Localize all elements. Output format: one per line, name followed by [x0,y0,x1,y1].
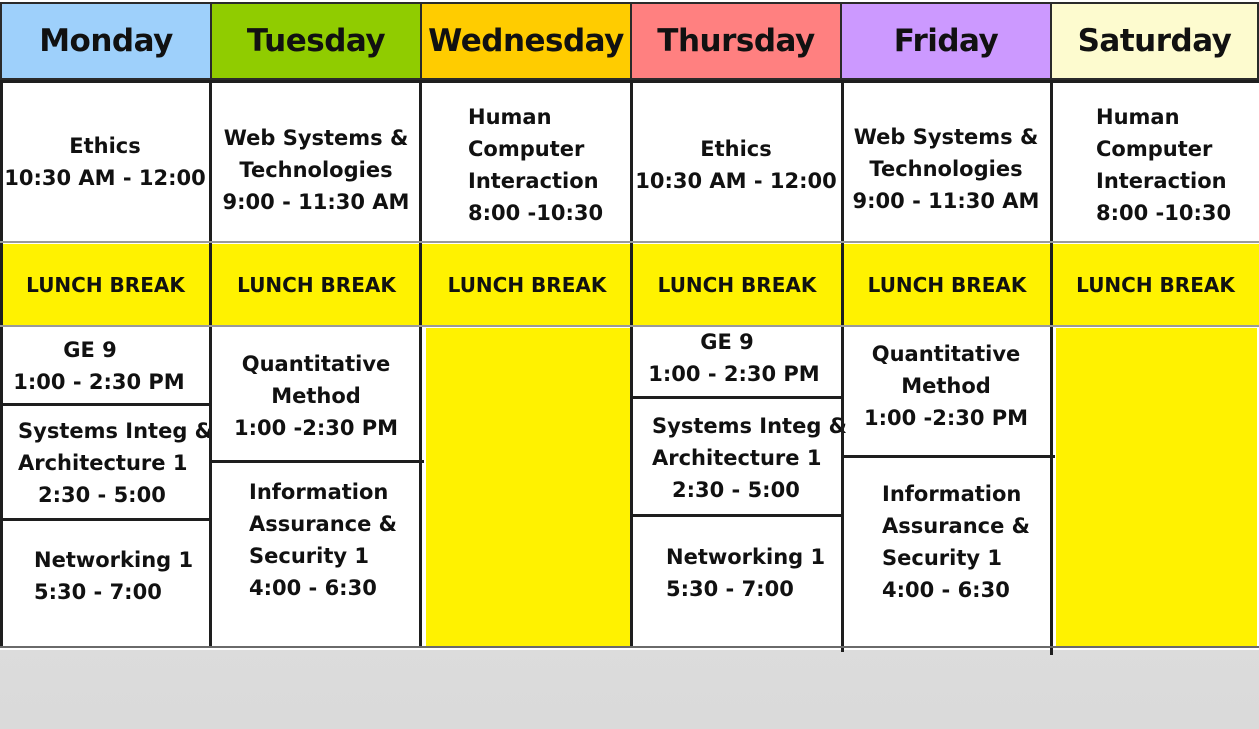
class-time: 2:30 - 5:00 [672,478,800,502]
class-name: Technologies [869,157,1023,181]
class-time: 4:00 - 6:30 [249,576,377,600]
class-monday-morning: Ethics 10:30 AM - 12:00 [0,130,210,194]
class-name: Assurance & [882,514,1030,538]
class-name: GE 9 [700,330,754,354]
class-friday-1: Quantitative Method 1:00 -2:30 PM [843,338,1049,434]
class-time: 2:30 - 5:00 [38,483,166,507]
class-monday-3: Networking 1 5:30 - 7:00 [34,544,210,608]
class-time: 5:30 - 7:00 [666,577,794,601]
grid-line [630,80,633,648]
class-name: Method [901,374,991,398]
class-thursday-morning: Ethics 10:30 AM - 12:00 [631,133,841,197]
lunch-break-friday: LUNCH BREAK [842,244,1052,326]
class-friday-morning: Web Systems & Technologies 9:00 - 11:30 … [842,121,1050,217]
class-name: Quantitative [241,352,391,376]
class-time: 10:30 AM - 12:00 [4,166,206,190]
class-name: GE 9 [63,338,117,362]
class-name: Information [249,480,389,504]
class-time: 1:00 - 2:30 PM [648,362,820,386]
grid-line [211,460,424,463]
grid-line [842,455,1055,458]
class-thursday-3: Networking 1 5:30 - 7:00 [666,541,840,605]
class-time: 9:00 - 11:30 AM [852,189,1040,213]
class-name: Networking 1 [666,545,826,569]
class-name: Security 1 [882,546,1002,570]
class-name: Human [1096,105,1180,129]
class-thursday-1: GE 9 1:00 - 2:30 PM [633,326,841,390]
class-name: Method [271,384,361,408]
class-time: 1:00 -2:30 PM [863,406,1029,430]
free-block-saturday [1056,328,1257,646]
grid-line [0,325,1259,327]
class-monday-1: GE 9 1:00 - 2:30 PM [0,334,210,398]
grid-line [0,518,212,521]
grid-line [0,80,1259,83]
class-name: Web Systems & [223,126,409,150]
class-name: Architecture 1 [18,451,188,475]
grid-line [632,396,842,399]
header-monday: Monday [0,2,212,80]
lunch-break-wednesday: LUNCH BREAK [422,244,632,326]
class-time: 8:00 -10:30 [1096,201,1232,225]
class-name: Interaction [468,169,599,193]
class-name: Assurance & [249,512,397,536]
class-friday-2: Information Assurance & Security 1 4:00 … [882,478,1050,606]
class-wednesday-morning: Human Computer Interaction 8:00 -10:30 [468,101,628,229]
class-tuesday-2: Information Assurance & Security 1 4:00 … [249,476,419,604]
class-time: 5:30 - 7:00 [34,580,162,604]
class-name: Systems Integ & [652,414,847,438]
class-name: Computer [468,137,585,161]
grid-line [0,646,1259,648]
class-name: Computer [1096,137,1213,161]
grid-line [0,403,212,406]
class-name: Ethics [69,134,141,158]
grid-line [209,80,212,648]
header-tuesday: Tuesday [210,2,422,80]
header-friday: Friday [840,2,1052,80]
class-tuesday-1: Quantitative Method 1:00 -2:30 PM [213,348,419,444]
lunch-break-saturday: LUNCH BREAK [1052,244,1259,326]
weekly-schedule: Monday Tuesday Wednesday Thursday Friday… [0,0,1259,655]
class-name: Human [468,105,552,129]
grid-line [632,514,844,517]
class-time: 1:00 -2:30 PM [233,416,399,440]
free-block-wednesday [426,328,631,646]
class-time: 1:00 - 2:30 PM [13,370,185,394]
class-name: Web Systems & [853,125,1039,149]
header-thursday: Thursday [630,2,842,80]
class-name: Ethics [700,137,772,161]
grid-line [1050,80,1053,655]
class-name: Technologies [239,158,393,182]
class-saturday-morning: Human Computer Interaction 8:00 -10:30 [1096,101,1256,229]
class-name: Networking 1 [34,548,194,572]
grid-line [419,80,422,648]
grid-line [841,80,844,652]
lunch-break-tuesday: LUNCH BREAK [211,244,422,326]
class-name: Information [882,482,1022,506]
lunch-break-thursday: LUNCH BREAK [632,244,842,326]
class-time: 10:30 AM - 12:00 [635,169,837,193]
header-wednesday: Wednesday [420,2,632,80]
header-saturday: Saturday [1050,2,1259,80]
class-name: Interaction [1096,169,1227,193]
class-name: Architecture 1 [652,446,822,470]
class-time: 4:00 - 6:30 [882,578,1010,602]
class-monday-2: Systems Integ & Architecture 1 2:30 - 5:… [18,415,213,511]
grid-line [0,80,3,648]
class-tuesday-morning: Web Systems & Technologies 9:00 - 11:30 … [212,122,420,218]
class-time: 8:00 -10:30 [468,201,604,225]
class-name: Quantitative [871,342,1021,366]
class-time: 9:00 - 11:30 AM [222,190,410,214]
class-thursday-2: Systems Integ & Architecture 1 2:30 - 5:… [652,410,847,506]
class-name: Systems Integ & [18,419,213,443]
class-name: Security 1 [249,544,369,568]
lunch-break-monday: LUNCH BREAK [0,244,211,326]
grid-line [0,241,1259,243]
